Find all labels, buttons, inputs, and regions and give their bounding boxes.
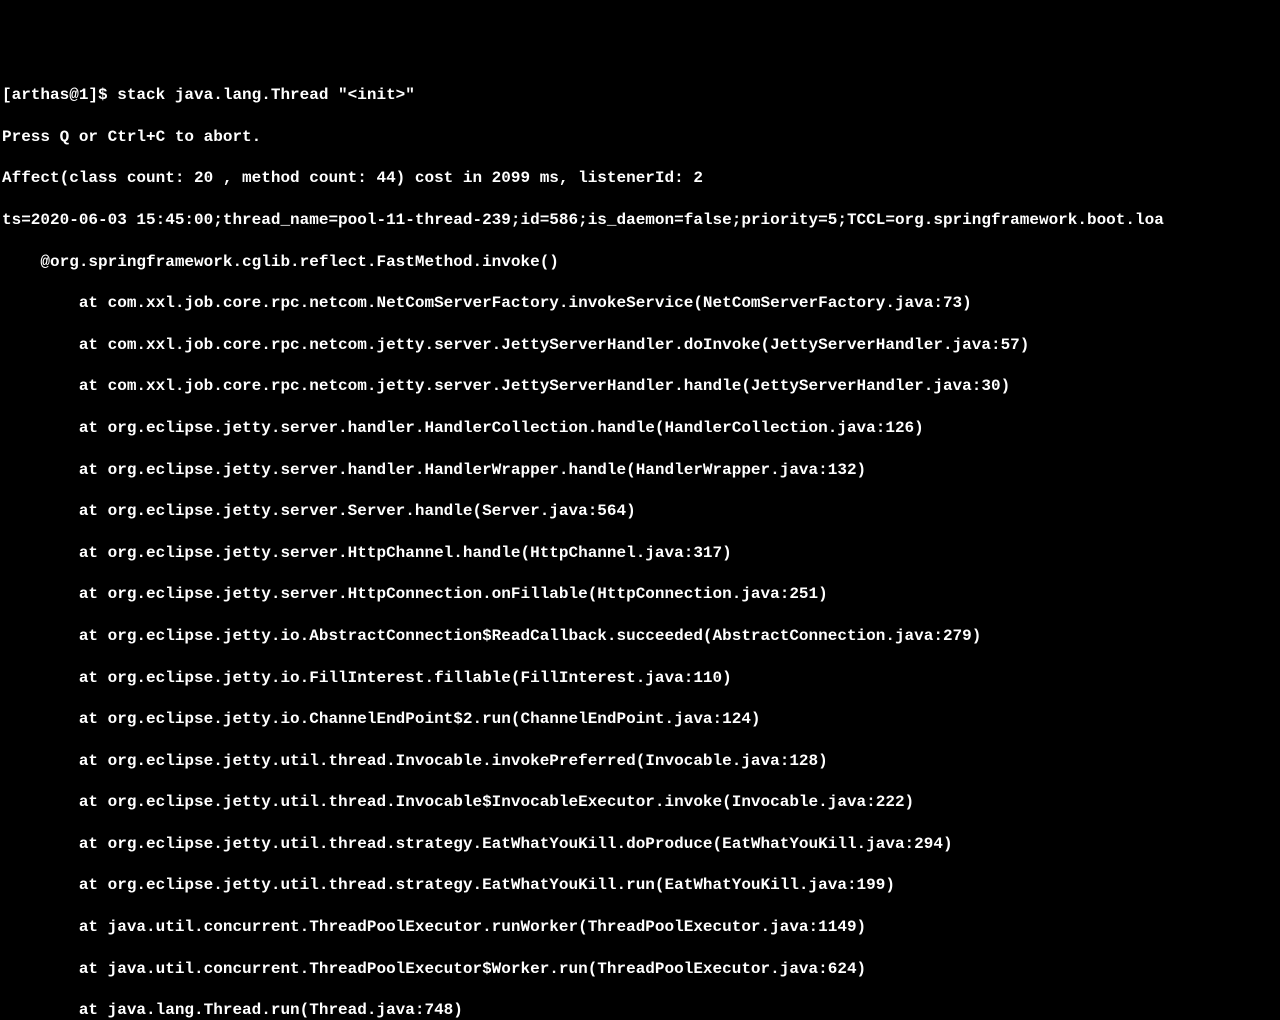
terminal-invoke-line: @org.springframework.cglib.reflect.FastM… [2, 252, 1278, 273]
stack-frame: at org.eclipse.jetty.io.FillInterest.fil… [2, 668, 1278, 689]
stack-frame: at com.xxl.job.core.rpc.netcom.NetComSer… [2, 293, 1278, 314]
stack-frame: at org.eclipse.jetty.util.thread.strateg… [2, 875, 1278, 896]
stack-frame: at org.eclipse.jetty.util.thread.Invocab… [2, 751, 1278, 772]
stack-frame: at com.xxl.job.core.rpc.netcom.jetty.ser… [2, 335, 1278, 356]
stack-frame: at org.eclipse.jetty.server.HttpChannel.… [2, 543, 1278, 564]
stack-frame: at org.eclipse.jetty.server.Server.handl… [2, 501, 1278, 522]
terminal-prompt-line: [arthas@1]$ stack java.lang.Thread "<ini… [2, 85, 1278, 106]
stack-frame: at org.eclipse.jetty.io.ChannelEndPoint$… [2, 709, 1278, 730]
stack-frame: at java.util.concurrent.ThreadPoolExecut… [2, 959, 1278, 980]
stack-frame: at org.eclipse.jetty.io.AbstractConnecti… [2, 626, 1278, 647]
stack-frame: at com.xxl.job.core.rpc.netcom.jetty.ser… [2, 376, 1278, 397]
terminal-thread-info: ts=2020-06-03 15:45:00;thread_name=pool-… [2, 210, 1278, 231]
stack-frame: at org.eclipse.jetty.util.thread.strateg… [2, 834, 1278, 855]
stack-frame: at org.eclipse.jetty.util.thread.Invocab… [2, 792, 1278, 813]
stack-frame: at org.eclipse.jetty.server.handler.Hand… [2, 418, 1278, 439]
stack-frame: at java.lang.Thread.run(Thread.java:748) [2, 1000, 1278, 1020]
stack-frame: at org.eclipse.jetty.server.HttpConnecti… [2, 584, 1278, 605]
terminal-affect-line: Affect(class count: 20 , method count: 4… [2, 168, 1278, 189]
terminal-abort-hint: Press Q or Ctrl+C to abort. [2, 127, 1278, 148]
stack-frame: at org.eclipse.jetty.server.handler.Hand… [2, 460, 1278, 481]
stack-frame: at java.util.concurrent.ThreadPoolExecut… [2, 917, 1278, 938]
